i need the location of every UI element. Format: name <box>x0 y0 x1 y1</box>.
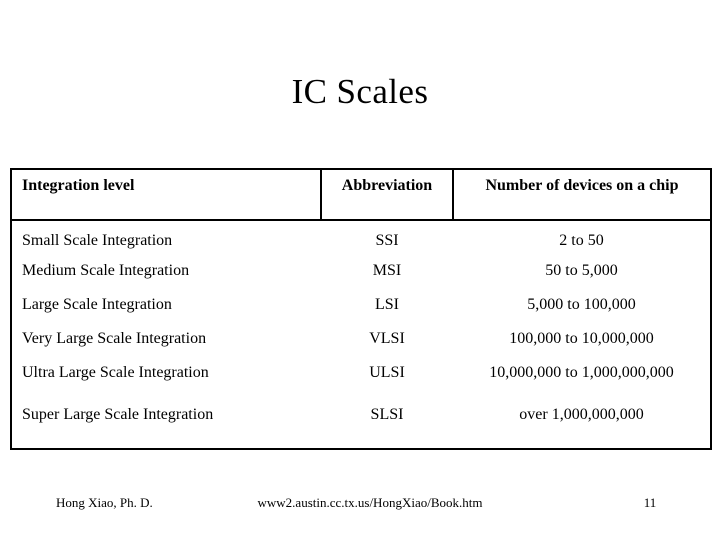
table: Integration level Abbreviation Number of… <box>12 170 710 424</box>
cell-abbreviation: ULSI <box>369 364 405 381</box>
footer-author: Hong Xiao, Ph. D. <box>56 495 153 510</box>
cell-abbreviation: SLSI <box>370 406 404 423</box>
cell-integration-level: Ultra Large Scale Integration <box>22 364 209 381</box>
cell-abbreviation: MSI <box>372 262 402 279</box>
cell-number-of-devices: 5,000 to 100,000 <box>527 296 636 313</box>
table-header-row: Integration level Abbreviation Number of… <box>12 170 710 221</box>
table-row: Ultra Large Scale Integration ULSI 10,00… <box>12 356 710 390</box>
cell-integration-level: Super Large Scale Integration <box>22 406 214 423</box>
cell-number-of-devices: over 1,000,000,000 <box>519 406 644 423</box>
table-row: Super Large Scale Integration SLSI over … <box>12 390 710 424</box>
cell-number-of-devices: 10,000,000 to 1,000,000,000 <box>489 364 674 381</box>
cell-number-of-devices: 100,000 to 10,000,000 <box>509 330 654 347</box>
cell-integration-level: Very Large Scale Integration <box>22 330 207 347</box>
table-row: Medium Scale Integration MSI 50 to 5,000 <box>12 254 710 288</box>
cell-integration-level: Small Scale Integration <box>22 231 173 249</box>
cell-number-of-devices: 50 to 5,000 <box>545 262 618 279</box>
table-row: Large Scale Integration LSI 5,000 to 100… <box>12 288 710 322</box>
footer-page-number: 11 <box>643 495 657 510</box>
cell-integration-level: Large Scale Integration <box>22 296 172 313</box>
cell-integration-level: Medium Scale Integration <box>22 262 190 279</box>
cell-number-of-devices: 2 to 50 <box>559 231 604 249</box>
cell-abbreviation: VLSI <box>369 330 405 347</box>
footer-url[interactable]: www2.austin.cc.tx.us/HongXiao/Book.htm <box>230 494 510 511</box>
table-header: Integration level Abbreviation Number of… <box>12 170 710 221</box>
table-row: Very Large Scale Integration VLSI 100,00… <box>12 322 710 356</box>
column-header-integration-level: Integration level <box>12 170 322 221</box>
column-header-abbreviation: Abbreviation <box>321 170 454 221</box>
page-title: IC Scales <box>291 72 429 111</box>
table-row: Small Scale Integration SSI 2 to 50 <box>12 220 710 254</box>
cell-abbreviation: SSI <box>375 231 399 249</box>
table-body: Small Scale Integration SSI 2 to 50 Medi… <box>12 220 710 424</box>
column-header-number-of-devices: Number of devices on a chip <box>453 170 710 221</box>
slide-footer: Hong Xiao, Ph. D. www2.austin.cc.tx.us/H… <box>0 492 720 536</box>
ic-scales-table: Integration level Abbreviation Number of… <box>10 168 712 450</box>
cell-abbreviation: LSI <box>375 296 399 313</box>
